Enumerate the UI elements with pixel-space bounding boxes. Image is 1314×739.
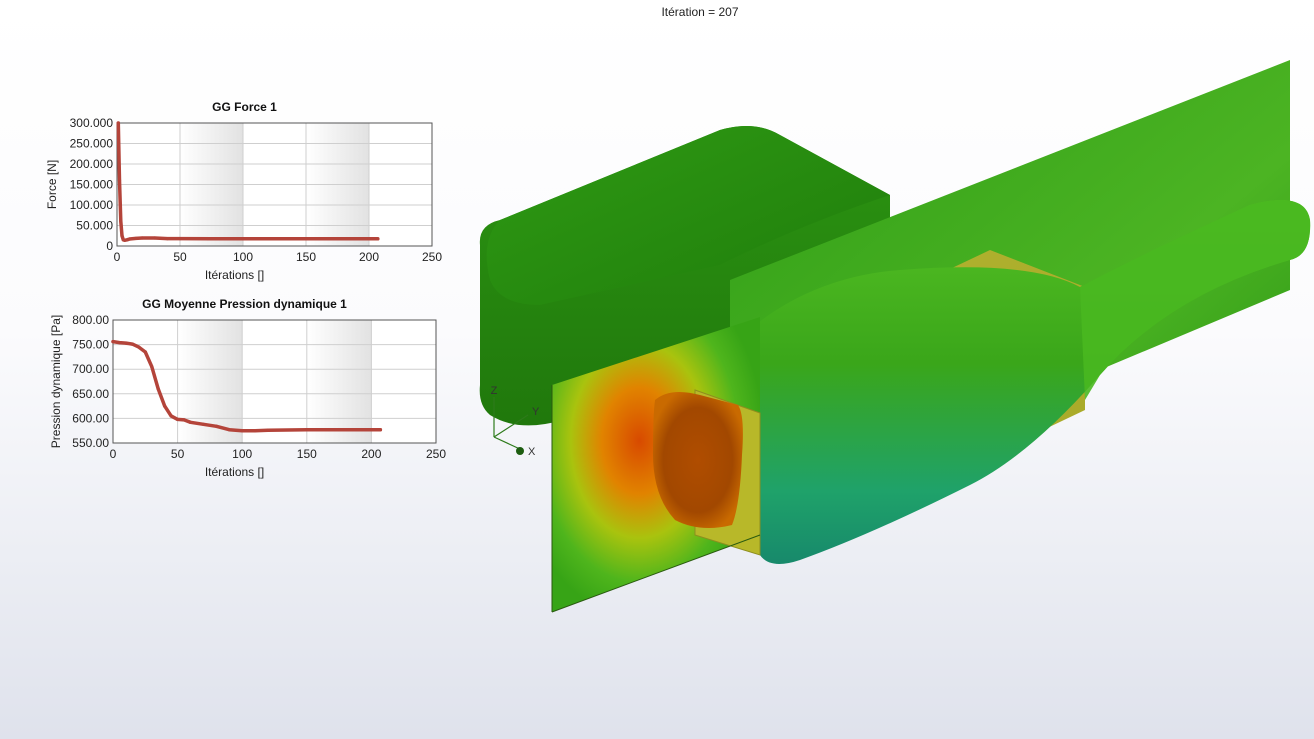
x-tick-label: 250 bbox=[426, 447, 446, 461]
data-point bbox=[176, 417, 180, 421]
data-point bbox=[111, 340, 115, 344]
force-chart[interactable]: 0 50.000 100.000 150.000 200.000 250.000 300.0… bbox=[0, 95, 460, 290]
data-point bbox=[378, 428, 383, 432]
data-point bbox=[182, 418, 186, 422]
x-tick-label: 50 bbox=[173, 250, 187, 264]
data-point bbox=[169, 414, 173, 418]
x-axis-label: Itérations [] bbox=[205, 465, 264, 479]
y-tick-label: 800.00 bbox=[72, 313, 109, 327]
x-tick-label: 100 bbox=[232, 447, 252, 461]
chart-title: GG Moyenne Pression dynamique 1 bbox=[142, 297, 347, 311]
data-point bbox=[128, 237, 132, 241]
data-point bbox=[369, 428, 373, 432]
data-point bbox=[376, 237, 380, 241]
data-point bbox=[116, 121, 120, 125]
y-tick-label: 250.000 bbox=[70, 137, 114, 151]
data-point bbox=[140, 236, 144, 240]
data-point bbox=[165, 237, 169, 241]
cfd-3d-viewport[interactable]: Z Y X bbox=[470, 55, 1314, 625]
data-point bbox=[117, 341, 122, 345]
data-point bbox=[209, 237, 214, 241]
x-axis-label: Itérations [] bbox=[205, 268, 264, 282]
data-point bbox=[241, 237, 245, 241]
data-point bbox=[163, 404, 167, 408]
y-tick-label: 750.00 bbox=[72, 338, 109, 352]
data-point bbox=[124, 341, 128, 345]
y-axis-label: Force [N] bbox=[45, 160, 59, 209]
data-point bbox=[201, 422, 206, 426]
y-tick-label: 600.00 bbox=[72, 411, 109, 425]
x-tick-label: 150 bbox=[297, 447, 317, 461]
data-point bbox=[266, 428, 270, 432]
triad-y-label: Y bbox=[532, 406, 540, 418]
y-tick-label: 200.000 bbox=[70, 157, 114, 171]
data-point bbox=[153, 236, 157, 240]
plot-area bbox=[113, 320, 436, 443]
y-tick-label: 300.000 bbox=[70, 116, 114, 130]
y-axis-label: Pression dynamique [Pa] bbox=[49, 315, 63, 448]
x-tick-label: 200 bbox=[361, 447, 381, 461]
data-point bbox=[130, 342, 134, 346]
triad-z-label: Z bbox=[491, 385, 498, 397]
data-point bbox=[119, 219, 123, 223]
data-point bbox=[188, 420, 193, 424]
data-point bbox=[253, 429, 257, 433]
x-tick-label: 50 bbox=[171, 447, 185, 461]
chart-title: GG Force 1 bbox=[212, 100, 277, 114]
y-tick-label: 100.000 bbox=[70, 198, 114, 212]
y-tick-label: 150.000 bbox=[70, 178, 114, 192]
data-point bbox=[304, 237, 308, 241]
data-point bbox=[240, 429, 244, 433]
data-point bbox=[227, 428, 231, 432]
y-tick-label: 700.00 bbox=[72, 362, 109, 376]
data-point bbox=[156, 387, 160, 391]
dynamic-pressure-chart[interactable]: 550.00 600.00 650.00 700.00 750.00 800.00 0 50 1… bbox=[0, 292, 460, 487]
data-point bbox=[143, 350, 147, 354]
x-tick-label: 0 bbox=[114, 250, 121, 264]
data-point bbox=[134, 236, 138, 241]
data-point bbox=[117, 178, 122, 182]
plot-band bbox=[306, 320, 372, 443]
data-point bbox=[150, 365, 154, 369]
y-tick-label: 50.000 bbox=[76, 219, 113, 233]
x-tick-label: 0 bbox=[110, 447, 117, 461]
data-point bbox=[137, 345, 141, 349]
data-point bbox=[367, 237, 371, 241]
data-point bbox=[120, 234, 124, 238]
y-tick-label: 650.00 bbox=[72, 387, 109, 401]
x-tick-label: 150 bbox=[296, 250, 316, 264]
y-tick-label: 550.00 bbox=[72, 436, 109, 450]
x-tick-label: 200 bbox=[359, 250, 379, 264]
x-tick-label: 250 bbox=[422, 250, 442, 264]
data-point bbox=[305, 428, 309, 432]
data-point bbox=[178, 237, 182, 241]
data-point bbox=[214, 424, 218, 428]
x-tick-label: 100 bbox=[233, 250, 253, 264]
triad-x-label: X bbox=[528, 446, 536, 458]
y-tick-label: 0 bbox=[106, 239, 113, 253]
iteration-label: Itération = 207 bbox=[661, 5, 739, 19]
